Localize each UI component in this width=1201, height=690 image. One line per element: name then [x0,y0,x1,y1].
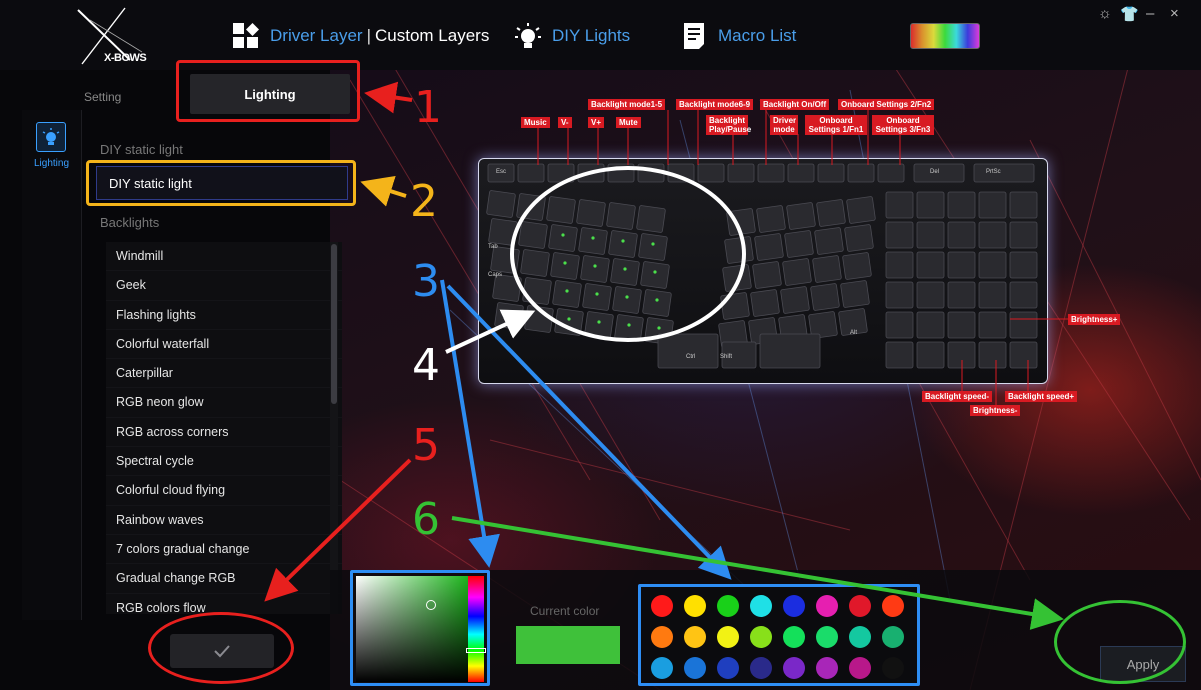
arrow-2 [360,175,407,207]
arrow-5 [264,458,412,602]
arrow-3b [446,284,732,580]
arrow-1 [364,81,413,114]
xbows-driver-window: X-BOWS Driver Layer | Custom Layers DIY … [0,0,1201,690]
arrow-6 [451,516,1064,630]
arrow-4 [445,309,536,354]
annotation-arrows [264,81,1064,630]
